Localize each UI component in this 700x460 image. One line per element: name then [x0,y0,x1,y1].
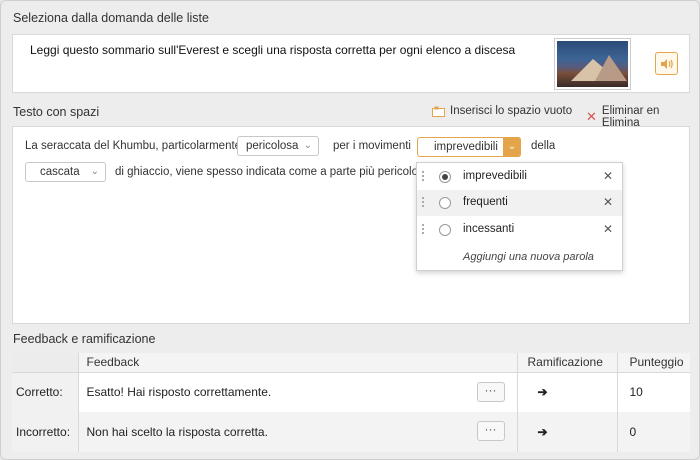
table-row: Corretto: Esatto! Hai risposto correttam… [12,372,690,412]
insert-gap-button[interactable]: Inserisci lo spazio vuoto [432,105,572,117]
gap-options-menu: imprevedibili ✕ frequenti ✕ incessanti ✕… [416,162,623,271]
question-image-thumbnail[interactable] [554,38,631,90]
close-icon[interactable]: ✕ [603,169,613,183]
gap-dropdown-1[interactable]: pericolosa ⌄ [237,136,319,156]
mountain-image [557,41,628,87]
arrow-right-icon[interactable]: ➔ [516,412,617,452]
table-row: Incorretto: Non hai scelto la risposta c… [12,412,690,452]
cloze-text-3: della [531,140,556,152]
feedback-text: Non hai scelto la risposta corretta. [86,425,268,439]
menu-option-label: frequenti [463,196,508,208]
cloze-text-1: La seraccata del Khumbu, particolarmente [25,140,242,152]
score-cell[interactable]: 10 [616,372,690,412]
more-options-button[interactable]: ··· [476,421,505,441]
score-cell[interactable]: 0 [616,412,690,452]
editor-panel: Seleziona dalla domanda delle liste Legg… [0,0,700,460]
feedback-text: Esatto! Hai risposto correttamente. [86,385,272,400]
feedback-table: Feedback Ramificazione Punteggio Corrett… [12,353,690,452]
menu-option-label: incessanti [463,223,515,235]
radio-unselected[interactable] [439,197,451,209]
speaker-icon [660,58,673,69]
gap-dropdown-2[interactable]: imprevedibili ⌄ [417,137,521,157]
gap-dropdown-2-value: imprevedibili [434,141,498,153]
menu-option-label: imprevedibili [463,170,527,182]
close-icon[interactable]: ✕ [603,222,613,236]
drag-handle-icon[interactable] [422,171,426,183]
question-prompt-text: Leggi questo sommario sull'Everest e sce… [30,43,516,57]
row-label: Corretto: [12,372,78,412]
cloze-text-2: per i movimenti [333,140,411,152]
add-word-link[interactable]: Aggiungi una nuova parola [463,251,594,263]
insert-gap-label: Inserisci lo spazio vuoto [450,105,573,117]
menu-option[interactable]: imprevedibili ✕ [417,164,622,190]
table-header: Ramificazione [516,353,617,373]
drag-handle-icon[interactable] [422,197,426,209]
close-icon[interactable]: ✕ [603,195,613,209]
drag-handle-icon[interactable] [422,224,426,236]
chevron-down-icon[interactable]: ⌄ [503,137,521,157]
table-header: Feedback [77,353,517,373]
chevron-down-icon: ⌄ [90,166,99,177]
close-icon: ✕ [586,109,597,124]
insert-gap-icon [432,106,445,117]
gap-dropdown-3[interactable]: cascata ⌄ [25,162,106,182]
radio-selected[interactable] [439,171,451,183]
table-header-row: Feedback Ramificazione Punteggio [12,353,690,373]
question-prompt-box[interactable]: Leggi questo sommario sull'Everest e sce… [12,34,690,93]
table-header: Punteggio [616,353,690,373]
gap-dropdown-1-value: pericolosa [246,140,299,152]
cloze-text-4: di ghiaccio, viene spesso indicata come … [115,166,431,178]
row-label: Incorretto: [12,412,78,452]
section-title-feedback: Feedback e ramificazione [13,332,156,346]
section-title-cloze: Testo con spazi [13,105,100,119]
section-title-question: Seleziona dalla domanda delle liste [13,11,209,25]
chevron-down-icon: ⌄ [303,140,312,151]
arrow-right-icon[interactable]: ➔ [516,372,617,412]
more-options-button[interactable]: ··· [476,381,505,402]
gap-dropdown-3-value: cascata [40,166,80,178]
radio-unselected[interactable] [439,224,451,236]
audio-button[interactable] [655,52,678,75]
feedback-cell[interactable]: Esatto! Hai risposto correttamente. ··· [77,372,517,412]
menu-option[interactable]: incessanti ✕ [417,217,622,243]
feedback-cell[interactable]: Non hai scelto la risposta corretta. ··· [77,412,517,452]
menu-option[interactable]: frequenti ✕ [417,190,622,216]
table-header [12,353,78,373]
